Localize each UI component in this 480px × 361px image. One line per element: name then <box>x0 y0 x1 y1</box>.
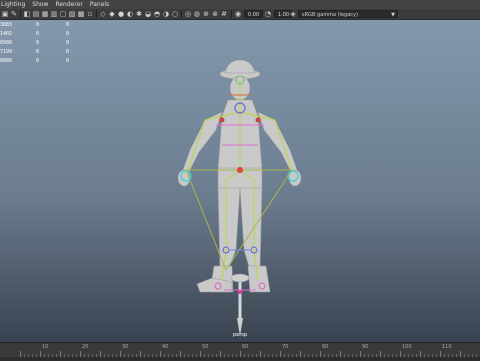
select-camera-icon[interactable]: ▣ <box>1 10 9 18</box>
xray-joints-icon[interactable]: ⊕ <box>202 10 210 18</box>
camera-name-label: persp <box>233 332 247 338</box>
backface-culling-icon[interactable]: ⊗ <box>211 10 219 18</box>
toolbar-separator <box>231 10 232 18</box>
shadows-icon[interactable]: ◒ <box>144 10 152 18</box>
anti-aliasing-icon[interactable]: ○ <box>171 10 179 18</box>
menu-lighting[interactable]: Lighting <box>1 0 25 9</box>
time-slider[interactable]: 10 20 30 40 50 60 70 80 90 100 110 <box>0 342 480 361</box>
resolution-gate-icon[interactable]: ▢ <box>59 10 67 18</box>
lighting-icon[interactable]: ✱ <box>135 10 143 18</box>
timeline-frame-label: 70 <box>282 344 289 350</box>
textured-icon[interactable]: ◐ <box>126 10 134 18</box>
safe-action-icon[interactable]: ▫ <box>86 10 94 18</box>
gate-mask-icon[interactable]: ▨ <box>68 10 76 18</box>
toolbar-separator <box>20 10 21 18</box>
wireframe-icon[interactable]: ◇ <box>99 10 107 18</box>
grid-icon[interactable]: # <box>220 10 228 18</box>
timeline-frame-label: 60 <box>242 344 249 350</box>
image-plane-icon[interactable]: ▦ <box>41 10 49 18</box>
camera-attributes-icon[interactable]: ◧ <box>23 10 31 18</box>
toolbar-separator <box>96 10 97 18</box>
menu-panels[interactable]: Panels <box>90 0 109 9</box>
timeline-frame-label: 30 <box>122 344 129 350</box>
color-management-icon[interactable]: ◈ <box>289 10 297 18</box>
film-gate-icon[interactable]: ▥ <box>50 10 58 18</box>
isolate-select-icon[interactable]: ◎ <box>184 10 192 18</box>
timeline-frame-label: 80 <box>322 344 329 350</box>
panel-toolbar: ▣ ✎ ◧ ▤ ▦ ▥ ▢ ▨ ▩ ▫ ◇ ◆ ● ◐ ✱ ◒ ◓ ◑ ○ ◎ … <box>0 9 480 20</box>
timeline-frame-label: 10 <box>42 344 49 350</box>
menu-bar: Lighting Show Renderer Panels <box>0 0 480 9</box>
motion-blur-icon[interactable]: ◑ <box>162 10 170 18</box>
exposure-field[interactable]: 0.00 <box>244 10 263 18</box>
menu-show[interactable]: Show <box>32 0 48 9</box>
xray-icon[interactable]: ◍ <box>193 10 201 18</box>
default-material-icon[interactable]: ● <box>117 10 125 18</box>
bookmark-icon[interactable]: ▤ <box>32 10 40 18</box>
view-transform-dropdown[interactable]: sRGB gamma (legacy) ▼ <box>298 10 398 18</box>
timeline-frame-label: 40 <box>162 344 169 350</box>
gamma-icon[interactable]: ◔ <box>264 10 272 18</box>
timeline-frame-label: 50 <box>202 344 209 350</box>
timeline-frame-label: 100 <box>402 344 412 350</box>
timeline-frame-label: 20 <box>82 344 89 350</box>
toolbar-separator <box>181 10 182 18</box>
chevron-down-icon: ▼ <box>391 12 395 18</box>
menu-renderer[interactable]: Renderer <box>55 0 82 9</box>
rigged-character-model[interactable]: persp <box>0 20 480 342</box>
ambient-occlusion-icon[interactable]: ◓ <box>153 10 161 18</box>
view-transform-value: sRGB gamma (legacy) <box>302 12 358 18</box>
time-slider-bar[interactable] <box>0 357 480 361</box>
pencil-icon[interactable]: ✎ <box>10 10 18 18</box>
perspective-viewport[interactable]: 3883 0 0 1402 0 0 8980 0 0 7199 0 0 8880… <box>0 20 480 342</box>
timeline-frame-label: 90 <box>362 344 369 350</box>
exposure-icon[interactable]: ◉ <box>234 10 242 18</box>
timeline-frame-label: 110 <box>442 344 452 350</box>
field-chart-icon[interactable]: ▩ <box>77 10 85 18</box>
smooth-shade-icon[interactable]: ◆ <box>108 10 116 18</box>
stand-prop <box>230 273 250 336</box>
